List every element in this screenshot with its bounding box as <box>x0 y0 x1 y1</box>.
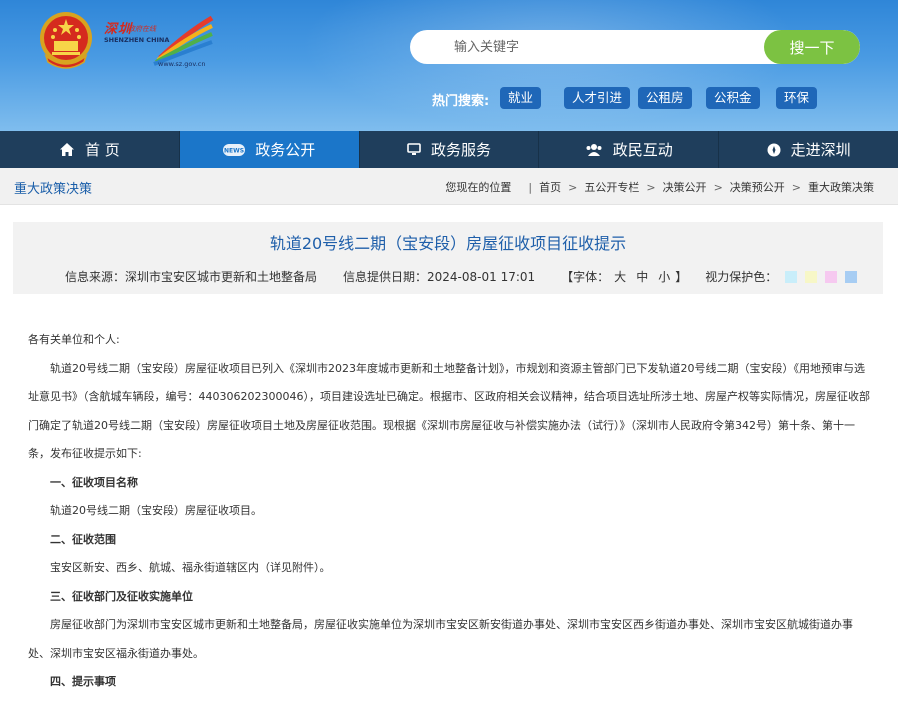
font-size-medium-button[interactable]: 中 <box>636 268 648 285</box>
hot-tag-public-housing[interactable]: 公租房 <box>638 87 692 109</box>
logo-url: www.sz.gov.cn <box>158 60 206 68</box>
article-date: 信息提供日期：2024-08-01 17:01 <box>343 270 536 284</box>
eye-protection-label: 视力保护色： <box>705 270 778 284</box>
nav-item-label: 首 页 <box>85 141 120 159</box>
section-heading-notices: 四、提示事项 <box>50 675 116 688</box>
article-meta: 信息来源：深圳市宝安区城市更新和土地整备局 信息提供日期：2024-08-01 … <box>65 268 858 285</box>
search-input[interactable] <box>410 30 765 64</box>
article-source: 信息来源：深圳市宝安区城市更新和土地整备局 <box>65 270 318 284</box>
breadcrumb: 您现在的位置 | 首页 > 五公开专栏 > 决策公开 > 决策预公开 > 重大政… <box>445 179 874 195</box>
section-heading-scope: 二、征收范围 <box>50 532 116 546</box>
svg-text:NEWS: NEWS <box>224 147 244 154</box>
hot-tag-housing-fund[interactable]: 公积金 <box>706 87 760 109</box>
breadcrumb-bar: 重大政策决策 您现在的位置 | 首页 > 五公开专栏 > 决策公开 > 决策预公… <box>0 168 898 205</box>
hot-tag-environment[interactable]: 环保 <box>776 87 818 109</box>
breadcrumb-separator: > <box>568 180 578 194</box>
font-size-small-button[interactable]: 小 <box>658 268 670 285</box>
main-nav: 首 页 NEWS 政务公开 政务服务 政民互动 走进深圳 <box>0 131 898 168</box>
paragraph-scope: 宝安区新安、西乡、航城、福永街道辖区内（详见附件）。 <box>50 561 331 574</box>
breadcrumb-separator: > <box>713 180 723 194</box>
nav-item-gov-services[interactable]: 政务服务 <box>360 131 540 168</box>
monitor-icon <box>407 143 421 156</box>
article-title: 轨道20号线二期（宝安段）房屋征收项目征收提示 <box>269 234 627 253</box>
compass-icon <box>767 143 781 157</box>
hot-tag-talent[interactable]: 人才引进 <box>564 87 631 109</box>
search-box: 搜一下 <box>410 30 860 64</box>
eye-color-swatch-blue[interactable] <box>845 270 858 283</box>
nav-item-label: 政务服务 <box>430 141 491 159</box>
breadcrumb-item-decision-open[interactable]: 决策公开 <box>663 179 707 195</box>
breadcrumb-item-decision-pre-open[interactable]: 决策预公开 <box>730 179 785 195</box>
nav-item-about-shenzhen[interactable]: 走进深圳 <box>719 131 898 168</box>
nav-item-interaction[interactable]: 政民互动 <box>539 131 720 168</box>
paragraph-departments: 房屋征收部门为深圳市宝安区城市更新和土地整备局，房屋征收实施单位为深圳市宝安区新… <box>28 618 853 660</box>
font-size-label: 【字体： <box>561 270 610 284</box>
hot-tag-jobs[interactable]: 就业 <box>500 87 542 109</box>
font-size-close: 】 <box>675 270 688 284</box>
breadcrumb-separator: | <box>528 180 533 194</box>
site-header: 深圳 政府在线 SHENZHEN CHINA www.sz.gov.cn 搜一下… <box>0 0 898 131</box>
breadcrumb-separator: > <box>791 180 801 194</box>
header-glow <box>300 0 800 130</box>
breadcrumb-separator: > <box>646 180 656 194</box>
people-icon <box>585 143 603 156</box>
section-title[interactable]: 重大政策决策 <box>14 178 92 197</box>
nav-item-label: 走进深圳 <box>790 141 851 159</box>
section-heading-name: 一、征收项目名称 <box>50 475 138 489</box>
breadcrumb-item-five-open[interactable]: 五公开专栏 <box>584 179 639 195</box>
section-heading-departments: 三、征收部门及征收实施单位 <box>50 589 193 603</box>
breadcrumb-lead: 您现在的位置 <box>445 181 512 194</box>
paragraph-name: 轨道20号线二期（宝安段）房屋征收项目。 <box>50 504 262 517</box>
eye-color-swatch-cyan[interactable] <box>785 270 798 283</box>
article-body: 各有关单位和个人: 轨道20号线二期（宝安段）房屋征收项目已列入《深圳市2023… <box>28 326 871 697</box>
article-header: 轨道20号线二期（宝安段）房屋征收项目征收提示 信息来源：深圳市宝安区城市更新和… <box>13 222 883 294</box>
home-icon <box>59 142 75 157</box>
logo-subtitle: 政府在线 <box>128 25 156 33</box>
salutation: 各有关单位和个人: <box>28 333 120 346</box>
national-emblem-icon <box>40 12 92 69</box>
nav-item-label: 政务公开 <box>255 141 316 159</box>
logo-english: SHENZHEN CHINA <box>104 36 170 44</box>
news-icon: NEWS <box>223 143 246 156</box>
nav-item-home[interactable]: 首 页 <box>0 131 180 168</box>
nav-item-label: 政民互动 <box>612 141 673 159</box>
eye-color-swatch-pink[interactable] <box>825 270 838 283</box>
font-size-large-button[interactable]: 大 <box>614 268 626 285</box>
breadcrumb-item-home[interactable]: 首页 <box>539 179 561 195</box>
hot-search-label: 热门搜索: <box>432 94 490 109</box>
intro-paragraph: 轨道20号线二期（宝安段）房屋征收项目已列入《深圳市2023年度城市更新和土地整… <box>28 361 870 461</box>
breadcrumb-item-major-policy[interactable]: 重大政策决策 <box>808 179 874 195</box>
search-button[interactable]: 搜一下 <box>764 30 860 64</box>
nav-item-gov-affairs-open[interactable]: NEWS 政务公开 <box>179 131 360 168</box>
eye-color-swatch-yellow[interactable] <box>805 270 818 283</box>
